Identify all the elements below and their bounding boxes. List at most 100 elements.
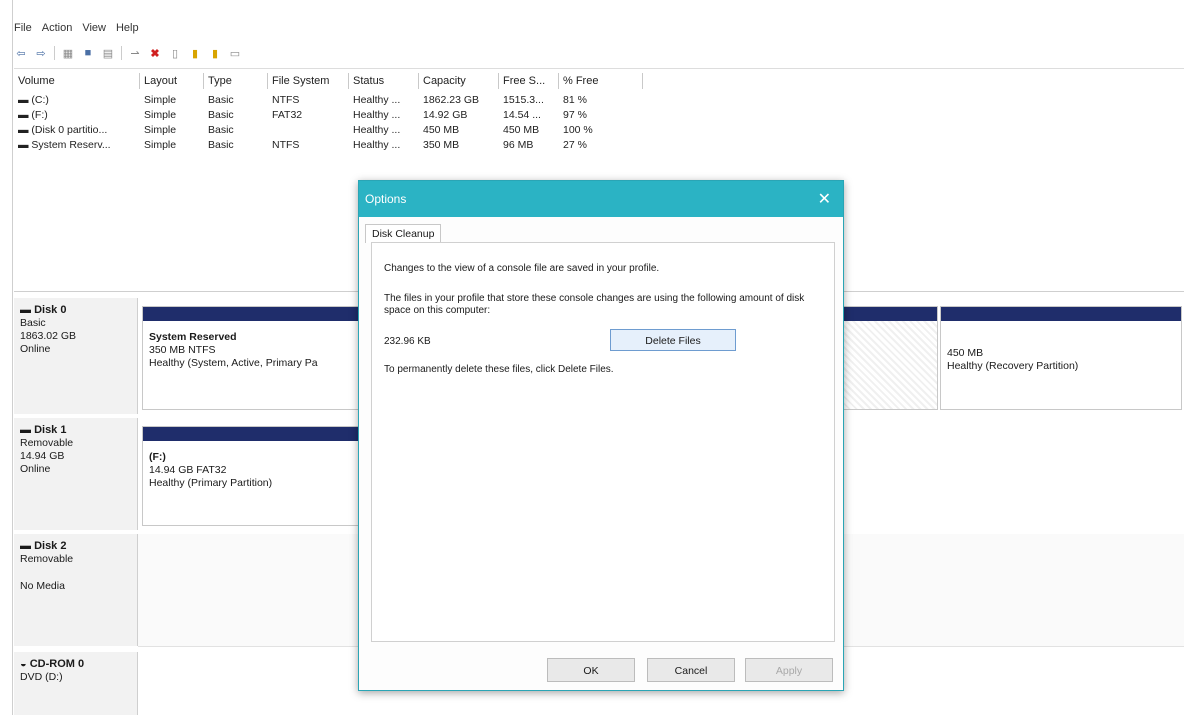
status-cell: Healthy ... (353, 94, 401, 106)
layout-cell: Simple (144, 139, 177, 151)
delete-files-button[interactable]: Delete Files (610, 329, 736, 351)
layout-cell: Simple (144, 124, 177, 136)
toolbar: ⇦ ⇨ ▦ ■ ▤ ⇀ ✖ ▯ ▮ ▮ ▭ (14, 44, 242, 62)
cancel-button[interactable]: Cancel (647, 658, 735, 682)
partition-status: Healthy (Recovery Partition) (947, 360, 1079, 372)
toolbar-separator (121, 46, 122, 60)
toolbar-separator (54, 46, 55, 60)
apply-button[interactable]: Apply (745, 658, 833, 682)
column-header-file-system[interactable]: File System (268, 73, 349, 89)
file-system-cell: NTFS (272, 139, 300, 151)
disk-type: Removable (20, 553, 74, 565)
volume-list-header: Volume Layout Type File System Status Ca… (14, 73, 643, 91)
table-row[interactable]: ▬ System Reserv... Simple Basic NTFS Hea… (14, 138, 643, 153)
status-cell: Healthy ... (353, 139, 401, 151)
partition-bar (941, 307, 1181, 321)
column-header-capacity[interactable]: Capacity (419, 73, 499, 89)
file-system-cell: FAT32 (272, 109, 303, 121)
column-header-percent-free[interactable]: % Free (559, 73, 643, 89)
disk-icon: ▬ (20, 540, 35, 552)
dialog-title-bar[interactable]: Options ✕ (359, 181, 843, 217)
volume-cell: (C:) (31, 94, 49, 106)
volume-cell: System Reserv... (31, 139, 111, 151)
drive-icon: ▬ (18, 94, 32, 106)
new-document-icon[interactable]: ▯ (168, 46, 182, 60)
cdrom-0-label[interactable]: ◒ CD-ROM 0 DVD (D:) (14, 652, 138, 715)
capacity-cell: 450 MB (423, 124, 460, 136)
volume-cell: (F:) (31, 109, 48, 121)
properties-icon[interactable]: ▤ (101, 46, 115, 60)
layout-cell: Simple (144, 94, 177, 106)
disk-0-label[interactable]: ▬ Disk 0 Basic 1863.02 GB Online (14, 298, 138, 414)
menu-view[interactable]: View (82, 22, 106, 40)
folder-icon[interactable]: ▮ (188, 46, 202, 60)
help-icon[interactable]: ■ (81, 46, 95, 60)
capacity-cell: 1862.23 GB (423, 94, 480, 106)
console-tree-icon[interactable]: ▦ (61, 46, 75, 60)
disk-name: Disk 0 (34, 304, 67, 316)
partition-size: 450 MB (947, 347, 984, 359)
column-header-type[interactable]: Type (204, 73, 268, 89)
disk-type: Basic (20, 317, 46, 329)
volume-cell: (Disk 0 partitio... (31, 124, 108, 136)
window-icon[interactable]: ▭ (228, 46, 242, 60)
drive-icon: ▬ (18, 124, 32, 136)
status-cell: Healthy ... (353, 109, 401, 121)
free-space-cell: 14.54 ... (503, 109, 541, 121)
column-header-volume[interactable]: Volume (14, 73, 140, 89)
menu-file[interactable]: File (14, 22, 32, 40)
disk-size: 1863.02 GB (20, 330, 77, 342)
disk-2-label[interactable]: ▬ Disk 2 Removable No Media (14, 534, 138, 646)
options-dialog: Options ✕ Disk Cleanup Changes to the vi… (358, 180, 844, 691)
file-system-cell (268, 123, 349, 138)
partition-size: 14.94 GB FAT32 (149, 464, 227, 476)
disk-name: Disk 2 (34, 540, 67, 552)
free-space-cell: 96 MB (503, 139, 534, 151)
status-cell: Healthy ... (353, 124, 401, 136)
table-row[interactable]: ▬ (C:) Simple Basic NTFS Healthy ... 186… (14, 93, 643, 108)
partition-recovery[interactable]: 450 MB Healthy (Recovery Partition) (940, 306, 1182, 410)
partition-system-reserved[interactable]: System Reserved 350 MB NTFS Healthy (Sys… (142, 306, 372, 410)
disk-icon: ▬ (20, 424, 35, 436)
percent-free-cell: 97 % (563, 109, 587, 121)
type-cell: Basic (208, 94, 234, 106)
disk-name: Disk 1 (34, 424, 67, 436)
disk-status: No Media (20, 580, 65, 592)
column-header-layout[interactable]: Layout (140, 73, 204, 89)
partition-bar (841, 307, 937, 321)
search-folder-icon[interactable]: ▮ (208, 46, 222, 60)
partition-bar (143, 307, 371, 321)
table-row[interactable]: ▬ (Disk 0 partitio... Simple Basic Healt… (14, 123, 643, 138)
partition-status: Healthy (System, Active, Primary Pa (149, 357, 318, 369)
connect-icon[interactable]: ⇀ (128, 46, 142, 60)
ok-button[interactable]: OK (547, 658, 635, 682)
close-icon[interactable]: ✕ (818, 189, 831, 209)
dialog-title: Options (365, 192, 407, 206)
back-arrow-icon[interactable]: ⇦ (14, 46, 28, 60)
files-size-value: 232.96 KB (384, 336, 431, 347)
table-row[interactable]: ▬ (F:) Simple Basic FAT32 Healthy ... 14… (14, 108, 643, 123)
partition-status: Healthy (Primary Partition) (149, 477, 273, 489)
delete-icon[interactable]: ✖ (148, 46, 162, 60)
tab-disk-cleanup[interactable]: Disk Cleanup (365, 224, 442, 243)
partition-c-drive-selected[interactable] (840, 306, 938, 410)
forward-arrow-icon[interactable]: ⇨ (34, 46, 48, 60)
disk-1-label[interactable]: ▬ Disk 1 Removable 14.94 GB Online (14, 418, 138, 530)
drive-icon: ▬ (18, 109, 32, 121)
free-space-cell: 450 MB (503, 124, 540, 136)
disk-status: Online (20, 343, 51, 355)
partition-title: (F:) (149, 451, 166, 463)
disk-type: DVD (D:) (20, 671, 63, 683)
profile-info-text: Changes to the view of a console file ar… (384, 263, 660, 274)
column-header-free-space[interactable]: Free S... (499, 73, 559, 89)
partition-f-drive[interactable]: (F:) 14.94 GB FAT32 Healthy (Primary Par… (142, 426, 372, 526)
menu-help[interactable]: Help (116, 22, 139, 40)
disk-space-info-text: The files in your profile that store the… (384, 293, 805, 316)
free-space-cell: 1515.3... (503, 94, 544, 106)
partition-bar (143, 427, 371, 441)
type-cell: Basic (208, 109, 234, 121)
disk-cleanup-panel: Changes to the view of a console file ar… (371, 242, 835, 642)
drive-icon: ▬ (18, 139, 32, 151)
column-header-status[interactable]: Status (349, 73, 419, 89)
menu-action[interactable]: Action (42, 22, 73, 40)
